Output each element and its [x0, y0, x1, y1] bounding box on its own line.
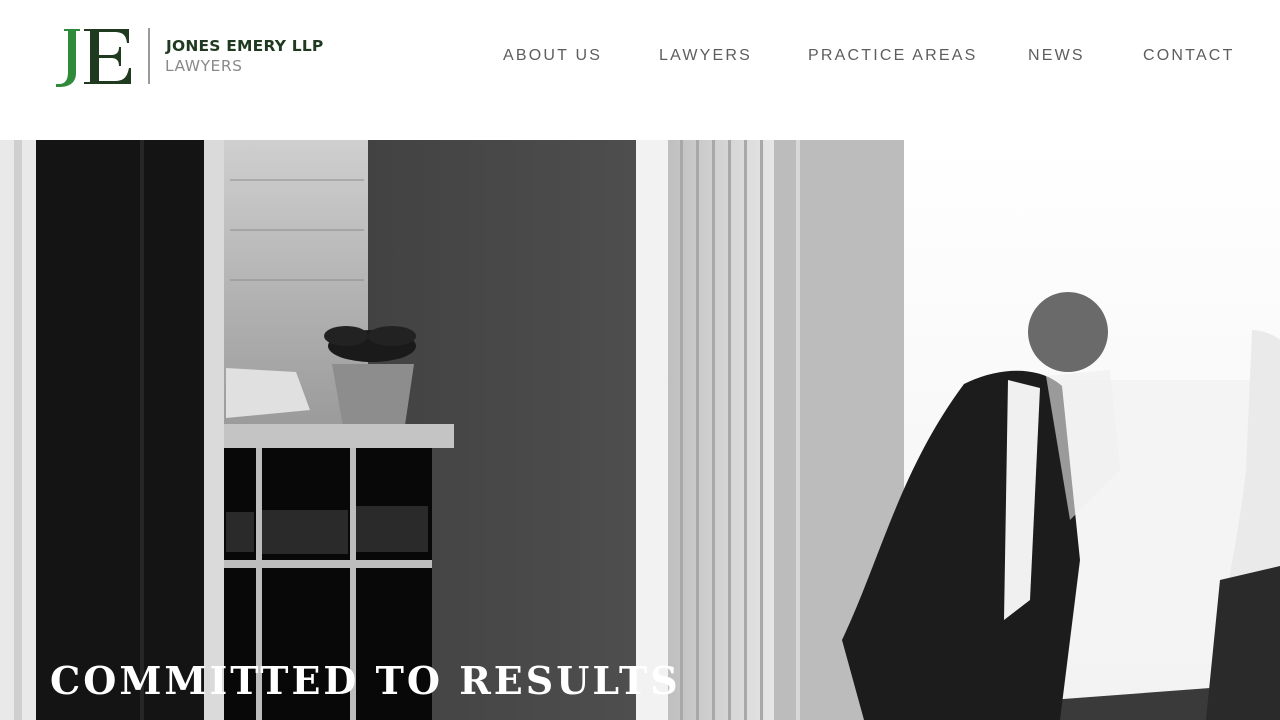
nav-lawyers[interactable]: LAWYERS	[659, 47, 752, 65]
hero-headline: COMMITTED TO RESULTS	[50, 658, 681, 703]
hero-office-photo	[0, 140, 1280, 720]
nav-contact[interactable]: CONTACT	[1143, 47, 1235, 65]
hero-section: COMMITTED TO RESULTS	[0, 140, 1280, 720]
site-header: JONES EMERY LLP LAWYERS ABOUT US LAWYERS…	[0, 0, 1280, 140]
nav-about-us[interactable]: ABOUT US	[503, 47, 602, 65]
nav-news[interactable]: NEWS	[1028, 47, 1085, 65]
main-navigation: ABOUT US LAWYERS PRACTICE AREAS NEWS CON…	[0, 47, 1280, 69]
nav-practice-areas[interactable]: PRACTICE AREAS	[808, 47, 978, 65]
